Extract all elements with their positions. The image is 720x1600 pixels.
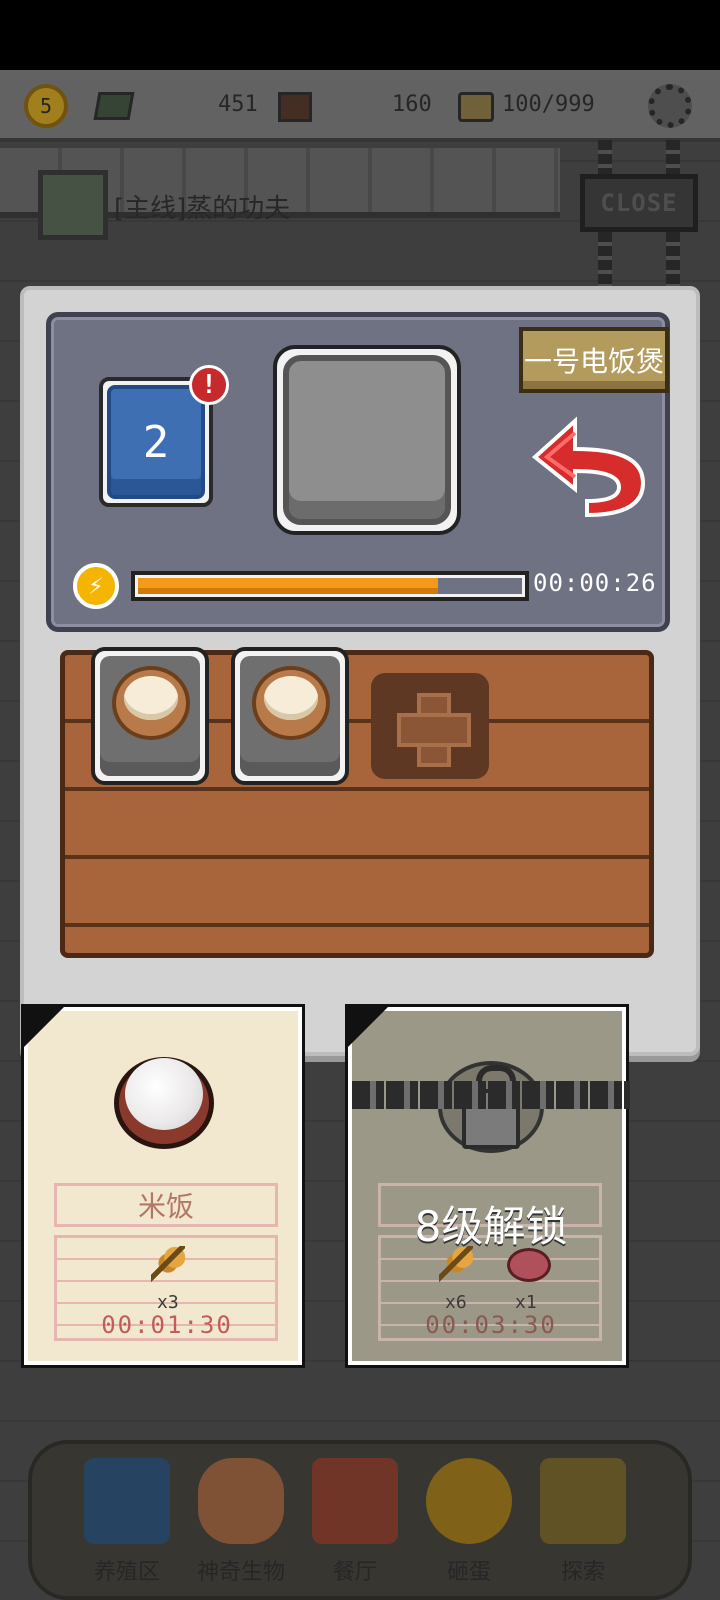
output-tray: [60, 647, 654, 958]
wheat-icon: [151, 1246, 185, 1284]
cooking-progress-bar: [131, 571, 529, 601]
plus-icon: [397, 693, 471, 767]
ingredient-qty: x3: [157, 1292, 179, 1313]
cooking-slot[interactable]: [273, 345, 461, 535]
rice-bowl-icon: [114, 1057, 214, 1149]
add-slot-button[interactable]: [371, 673, 489, 779]
cooker-panel: 一号电饭煲 2 ! ⚡ 00:00:26: [46, 312, 670, 632]
cooker-dialog: 一号电饭煲 2 ! ⚡ 00:00:26: [20, 286, 700, 1056]
recipe-time: 00:03:30: [425, 1311, 557, 1339]
unlock-requirement: 8级解锁: [414, 1202, 568, 1251]
tray-slot[interactable]: [231, 647, 349, 785]
queue-count: 2: [107, 385, 205, 499]
recipe-card-locked[interactable]: x6 x1 8级解锁 00:03:30: [345, 1004, 630, 1368]
recipe-time: 00:01:30: [101, 1311, 233, 1339]
cooking-timer: 00:00:26: [533, 569, 657, 597]
cooker-name-plate: 一号电饭煲: [519, 327, 669, 393]
bun-basket-icon: [252, 666, 330, 740]
chain-decoration: [352, 1081, 630, 1109]
lightning-icon: ⚡: [73, 563, 119, 609]
cooking-progress-fill: [138, 578, 438, 594]
alert-badge: !: [189, 365, 229, 405]
ingredient-qty: x1: [515, 1292, 537, 1313]
recipe-name: 米饭: [54, 1183, 278, 1227]
cooking-slot-empty: [283, 355, 451, 525]
tray-slot[interactable]: [91, 647, 209, 785]
recipe-card-rice[interactable]: 米饭 x3 00:01:30: [21, 1004, 305, 1368]
ingredient-qty: x6: [445, 1292, 467, 1313]
bun-basket-icon: [112, 666, 190, 740]
red-curved-arrow-icon[interactable]: [531, 413, 647, 517]
